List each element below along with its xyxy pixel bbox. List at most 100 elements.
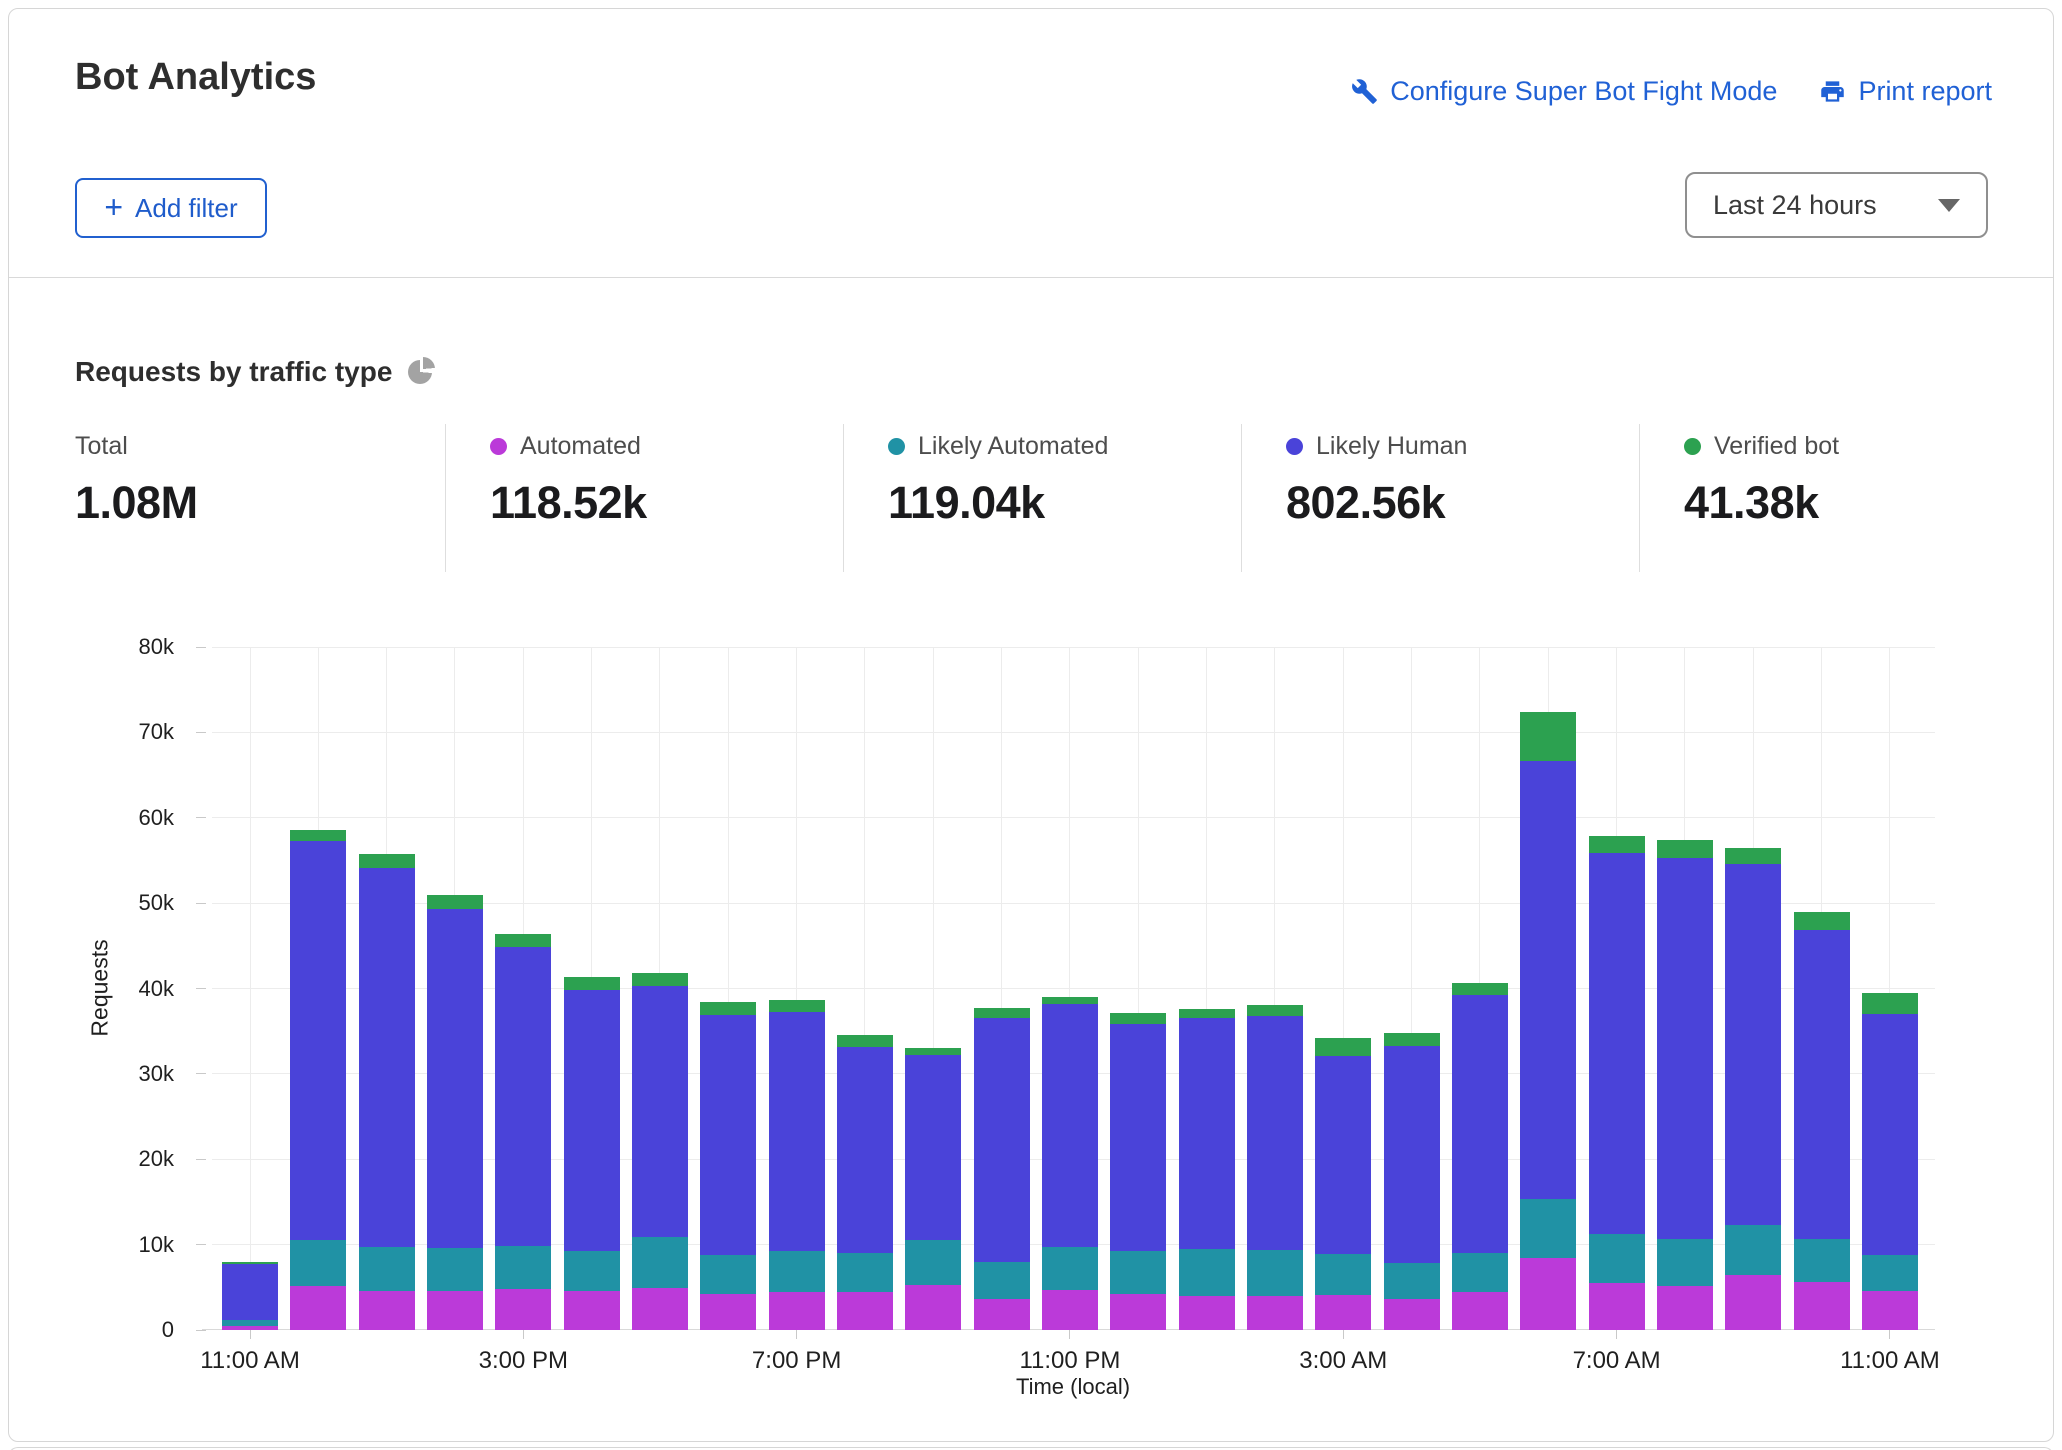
bar-11-00-am-24[interactable]	[1862, 993, 1918, 1330]
segment-verified-bot	[974, 1008, 1030, 1018]
bar-7-00-pm-8[interactable]	[769, 1000, 825, 1330]
segment-automated	[1110, 1294, 1166, 1330]
segment-likely-automated	[905, 1240, 961, 1285]
bar-5-00-pm-6[interactable]	[632, 973, 688, 1330]
printer-icon	[1819, 78, 1846, 105]
segment-automated	[359, 1291, 415, 1330]
stat-total: Total 1.08M	[75, 424, 445, 572]
wrench-icon	[1351, 78, 1378, 105]
print-link-label: Print report	[1858, 76, 1992, 107]
segment-likely-human	[495, 947, 551, 1246]
bar-10-00-pm-11[interactable]	[974, 1008, 1030, 1330]
segment-likely-human	[1589, 853, 1645, 1235]
stat-automated: Automated 118.52k	[445, 424, 843, 572]
y-tick-mark	[196, 1073, 206, 1074]
segment-likely-automated	[290, 1240, 346, 1285]
bar-2-00-am-15[interactable]	[1247, 1005, 1303, 1330]
bar-12-00-pm-1[interactable]	[290, 830, 346, 1330]
y-tick-label: 10k	[24, 1232, 174, 1258]
segment-verified-bot	[1794, 912, 1850, 930]
bar-3-00-am-16[interactable]	[1315, 1038, 1371, 1330]
y-tick-label: 40k	[24, 976, 174, 1002]
segment-likely-human	[564, 990, 620, 1251]
stat-automated-label: Automated	[520, 432, 641, 461]
segment-automated	[1042, 1290, 1098, 1330]
plus-icon: +	[104, 191, 123, 223]
likely-human-legend-dot	[1286, 438, 1303, 455]
segment-likely-automated	[1042, 1247, 1098, 1290]
time-range-dropdown[interactable]: Last 24 hours	[1685, 172, 1988, 238]
likely-automated-legend-dot	[888, 438, 905, 455]
add-filter-button[interactable]: + Add filter	[75, 178, 267, 238]
y-tick-mark	[196, 988, 206, 989]
segment-verified-bot	[905, 1048, 961, 1055]
bar-11-00-pm-12[interactable]	[1042, 997, 1098, 1330]
bar-9-00-am-22[interactable]	[1725, 848, 1781, 1330]
stat-likely-automated: Likely Automated 119.04k	[843, 424, 1241, 572]
segment-likely-automated	[1725, 1225, 1781, 1275]
bar-5-00-am-18[interactable]	[1452, 983, 1508, 1330]
x-tick-label: 11:00 AM	[200, 1347, 300, 1375]
bar-8-00-am-21[interactable]	[1657, 840, 1713, 1330]
segment-automated	[495, 1289, 551, 1330]
bar-3-00-pm-4[interactable]	[495, 934, 551, 1330]
segment-automated	[1589, 1283, 1645, 1330]
segment-likely-automated	[1179, 1249, 1235, 1296]
x-axis-title: Time (local)	[1016, 1374, 1130, 1400]
bar-1-00-am-14[interactable]	[1179, 1009, 1235, 1330]
segment-likely-automated	[1657, 1239, 1713, 1286]
stat-total-label: Total	[75, 432, 128, 461]
time-range-value: Last 24 hours	[1713, 190, 1877, 221]
segment-likely-automated	[700, 1255, 756, 1294]
segment-verified-bot	[1862, 993, 1918, 1014]
y-tick-label: 30k	[24, 1061, 174, 1087]
segment-likely-automated	[1384, 1263, 1440, 1300]
segment-automated	[1247, 1296, 1303, 1330]
page-title: Bot Analytics	[75, 56, 316, 99]
segment-likely-automated	[632, 1237, 688, 1288]
bar-1-00-pm-2[interactable]	[359, 854, 415, 1330]
bar-11-00-am-0[interactable]	[222, 1262, 278, 1330]
bar-12-00-am-13[interactable]	[1110, 1013, 1166, 1330]
segment-verified-bot	[1110, 1013, 1166, 1023]
bar-9-00-pm-10[interactable]	[905, 1048, 961, 1330]
bar-6-00-am-19[interactable]	[1520, 712, 1576, 1330]
segment-likely-human	[1520, 761, 1576, 1199]
bar-8-00-pm-9[interactable]	[837, 1035, 893, 1330]
y-tick-label: 70k	[24, 719, 174, 745]
gridline-h	[212, 817, 1935, 818]
automated-legend-dot	[490, 438, 507, 455]
segment-verified-bot	[1384, 1033, 1440, 1046]
segment-likely-automated	[769, 1251, 825, 1293]
segment-likely-human	[222, 1264, 278, 1319]
bar-4-00-am-17[interactable]	[1384, 1033, 1440, 1330]
bar-4-00-pm-5[interactable]	[564, 977, 620, 1330]
x-tick-label: 7:00 AM	[1573, 1347, 1661, 1375]
segment-automated	[1657, 1286, 1713, 1330]
stat-verified-bot-label: Verified bot	[1714, 432, 1839, 461]
segment-likely-human	[1657, 858, 1713, 1239]
segment-verified-bot	[495, 934, 551, 947]
segment-likely-human	[700, 1015, 756, 1255]
y-tick-mark	[196, 1159, 206, 1160]
print-report-link[interactable]: Print report	[1819, 76, 1992, 107]
configure-link-label: Configure Super Bot Fight Mode	[1390, 76, 1777, 107]
segment-automated	[1725, 1275, 1781, 1330]
segment-likely-automated	[1247, 1250, 1303, 1296]
segment-automated	[1384, 1299, 1440, 1330]
segment-verified-bot	[1247, 1005, 1303, 1016]
bar-6-00-pm-7[interactable]	[700, 1002, 756, 1330]
y-tick-label: 50k	[24, 890, 174, 916]
segment-likely-automated	[495, 1246, 551, 1290]
bar-10-00-am-23[interactable]	[1794, 912, 1850, 1330]
bar-2-00-pm-3[interactable]	[427, 895, 483, 1330]
x-tick-mark	[1069, 1330, 1070, 1339]
y-tick-mark	[196, 732, 206, 733]
segment-verified-bot	[427, 895, 483, 910]
y-tick-mark	[196, 817, 206, 818]
configure-super-bot-fight-mode-link[interactable]: Configure Super Bot Fight Mode	[1351, 76, 1777, 107]
x-tick-label: 11:00 AM	[1840, 1347, 1940, 1375]
x-tick-mark	[1889, 1330, 1890, 1339]
segment-verified-bot	[1725, 848, 1781, 864]
bar-7-00-am-20[interactable]	[1589, 836, 1645, 1330]
